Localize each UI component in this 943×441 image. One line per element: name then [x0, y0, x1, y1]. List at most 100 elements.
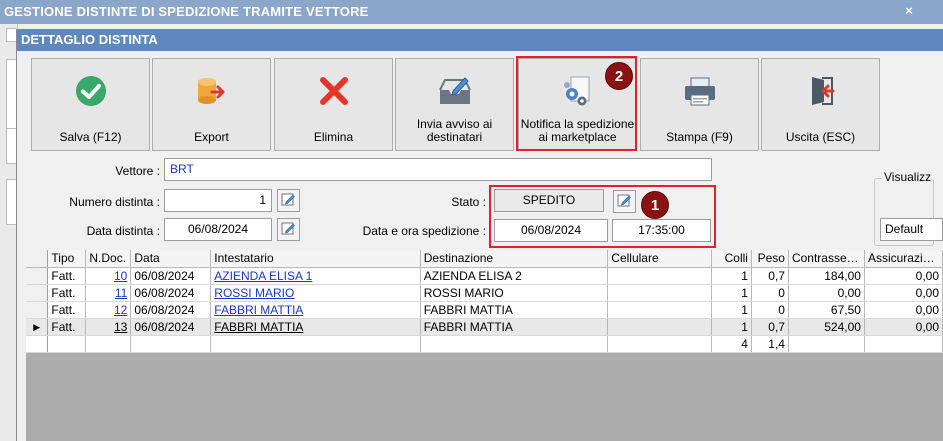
exit-button-label: Uscita (ESC) — [785, 130, 856, 144]
row-header[interactable] — [26, 284, 49, 302]
numero-distinta-label: Numero distinta : — [69, 195, 160, 209]
cell-cellulare — [607, 284, 713, 302]
cell-tipo: Fatt. — [47, 284, 87, 302]
table-row[interactable]: Fatt. 12 06/08/2024 FABBRI MATTIA FABBRI… — [26, 301, 943, 319]
cell-cellulare — [607, 318, 713, 336]
cell-empty — [210, 335, 421, 353]
cell-data: 06/08/2024 — [130, 301, 212, 319]
cell-colli: 1 — [711, 318, 752, 336]
edit-pencil-icon — [281, 221, 296, 239]
cell-peso: 0,7 — [751, 318, 789, 336]
cell-empty — [47, 335, 87, 353]
cell-assicurazione: 0,00 — [864, 318, 943, 336]
cell-tipo: Fatt. — [47, 318, 87, 336]
cell-contrassegno: 0,00 — [788, 284, 865, 302]
check-circle-icon — [73, 73, 109, 109]
col-header-contrassegno[interactable]: Contrasse… — [788, 250, 865, 268]
col-header-data[interactable]: Data — [130, 250, 212, 268]
background-control — [6, 179, 16, 225]
cell-assicurazione: 0,00 — [864, 301, 943, 319]
cell-empty — [420, 335, 609, 353]
delete-button-label: Elimina — [313, 130, 354, 144]
visualizza-label: Visualizz — [882, 170, 934, 184]
col-header-destinazione[interactable]: Destinazione — [420, 250, 609, 268]
cell-colli: 1 — [711, 301, 752, 319]
cell-colli: 1 — [711, 284, 752, 302]
delete-button[interactable]: Elimina — [274, 58, 393, 151]
col-header-peso[interactable]: Peso — [751, 250, 789, 268]
print-button[interactable]: Stampa (F9) — [640, 58, 759, 151]
save-button[interactable]: Salva (F12) — [31, 58, 150, 151]
exit-button[interactable]: Uscita (ESC) — [761, 58, 880, 151]
stato-label: Stato : — [451, 195, 486, 209]
cell-tipo: Fatt. — [47, 267, 87, 285]
vettore-label: Vettore : — [115, 164, 160, 178]
cell-ndoc-link[interactable]: 12 — [85, 301, 132, 319]
highlight-stato-section — [489, 185, 716, 248]
row-header[interactable] — [26, 267, 49, 285]
cell-assicurazione: 0,00 — [864, 284, 943, 302]
table-row-selected[interactable]: ▶ Fatt. 13 06/08/2024 FABBRI MATTIA FABB… — [26, 318, 943, 336]
export-database-icon — [194, 73, 230, 109]
cell-empty — [788, 335, 865, 353]
data-distinta-label: Data distinta : — [86, 224, 160, 238]
edit-numero-button[interactable] — [277, 189, 300, 212]
cell-cellulare — [607, 301, 713, 319]
table-row[interactable]: Fatt. 11 06/08/2024 ROSSI MARIO ROSSI MA… — [26, 284, 943, 302]
cell-intestatario-link[interactable]: FABBRI MATTIA — [210, 318, 421, 336]
cell-peso: 0 — [751, 301, 789, 319]
save-button-label: Salva (F12) — [59, 130, 122, 144]
cell-destinazione: FABBRI MATTIA — [420, 318, 609, 336]
cell-peso: 0 — [751, 284, 789, 302]
dialog-title: DETTAGLIO DISTINTA — [17, 29, 943, 51]
table-row[interactable]: Fatt. 10 06/08/2024 AZIENDA ELISA 1 AZIE… — [26, 267, 943, 285]
cell-ndoc-link[interactable]: 10 — [85, 267, 132, 285]
col-header-intestatario[interactable]: Intestatario — [210, 250, 421, 268]
row-header[interactable] — [26, 301, 49, 319]
cell-peso: 0,7 — [751, 267, 789, 285]
print-button-label: Stampa (F9) — [666, 130, 733, 144]
cell-destinazione: FABBRI MATTIA — [420, 301, 609, 319]
total-peso: 1,4 — [751, 335, 789, 353]
cell-data: 06/08/2024 — [130, 284, 212, 302]
edit-pencil-icon — [281, 192, 296, 210]
vettore-field[interactable]: BRT — [164, 158, 712, 181]
inbox-pen-icon — [437, 73, 473, 109]
exit-door-icon — [803, 73, 839, 109]
cell-intestatario-link[interactable]: ROSSI MARIO — [210, 284, 421, 302]
col-header-tipo[interactable]: Tipo — [47, 250, 87, 268]
cell-empty — [130, 335, 212, 353]
col-header-colli[interactable]: Colli — [711, 250, 752, 268]
row-header-corner — [26, 250, 49, 268]
col-header-ndoc[interactable]: N.Doc. — [85, 250, 132, 268]
export-button[interactable]: Export — [152, 58, 271, 151]
cell-contrassegno: 67,50 — [788, 301, 865, 319]
shipments-grid: Tipo N.Doc. Data Intestatario Destinazio… — [26, 250, 943, 441]
cell-intestatario-link[interactable]: AZIENDA ELISA 1 — [210, 267, 421, 285]
cell-destinazione: AZIENDA ELISA 2 — [420, 267, 609, 285]
col-header-cellulare[interactable]: Cellulare — [607, 250, 713, 268]
cell-data: 06/08/2024 — [130, 318, 212, 336]
cell-contrassegno: 524,00 — [788, 318, 865, 336]
col-header-assicurazione[interactable]: Assicurazi… — [864, 250, 943, 268]
outer-window-title: GESTIONE DISTINTE DI SPEDIZIONE TRAMITE … — [0, 0, 943, 24]
grid-header-row: Tipo N.Doc. Data Intestatario Destinazio… — [26, 250, 943, 268]
current-row-marker-icon[interactable]: ▶ — [26, 318, 49, 336]
totals-row: 4 1,4 — [26, 335, 943, 353]
visualizza-select[interactable]: Default — [880, 218, 943, 241]
step-badge-2: 2 — [605, 62, 633, 90]
cell-ndoc-link[interactable]: 11 — [85, 284, 132, 302]
shipments-table: Tipo N.Doc. Data Intestatario Destinazio… — [26, 250, 943, 353]
cell-ndoc-link[interactable]: 13 — [85, 318, 132, 336]
cell-data: 06/08/2024 — [130, 267, 212, 285]
data-distinta-field[interactable]: 06/08/2024 — [164, 218, 272, 241]
cell-destinazione: ROSSI MARIO — [420, 284, 609, 302]
cell-intestatario-link[interactable]: FABBRI MATTIA — [210, 301, 421, 319]
numero-distinta-field[interactable]: 1 — [164, 189, 272, 212]
step-badge-1: 1 — [641, 191, 669, 219]
edit-data-button[interactable] — [277, 218, 300, 241]
notify-recipients-button[interactable]: Invia avviso ai destinatari — [395, 58, 514, 151]
export-button-label: Export — [194, 130, 229, 144]
cell-tipo: Fatt. — [47, 301, 87, 319]
close-icon[interactable]: × — [901, 3, 917, 19]
